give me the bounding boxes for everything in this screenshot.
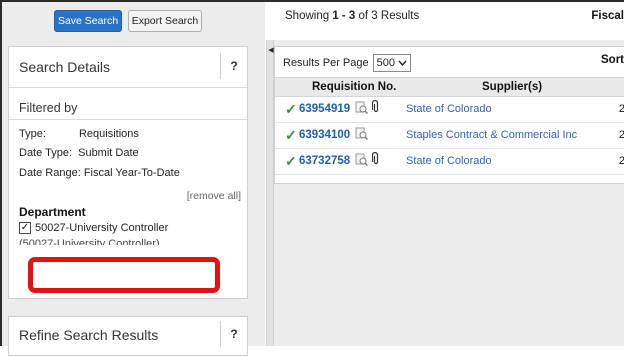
approved-check-icon: ✓: [285, 127, 297, 143]
results-table: Results Per Page 500 Sort Requisition No…: [274, 46, 624, 184]
supplier-link[interactable]: State of Colorado: [406, 155, 492, 167]
refine-results-panel: Refine Search Results ?: [8, 316, 248, 356]
table-row: ✓ 63934100 Staples Contract & Commercial…: [275, 123, 624, 149]
truncated-cell: 2: [618, 129, 624, 141]
department-filter-sublabel: (50027-University Controller): [19, 238, 160, 250]
attachment-icon[interactable]: [372, 152, 380, 166]
checkbox-icon[interactable]: ✓: [19, 222, 31, 234]
filter-type-label: Type:: [19, 128, 46, 140]
department-filter-label: 50027-University Controller: [35, 222, 169, 234]
showing-range: 1 - 3: [332, 10, 356, 22]
results-per-page-value: 500: [376, 57, 395, 69]
preview-document-icon[interactable]: [355, 127, 368, 140]
filter-date-type: Date Type: Submit Date: [19, 147, 139, 159]
attachment-icon[interactable]: [372, 100, 380, 114]
showing-suffix: of 3 Results: [355, 10, 420, 22]
showing-text: Showing 1 - 3 of 3 Results: [285, 10, 419, 22]
chevron-down-icon: [398, 60, 407, 66]
save-search-button[interactable]: Save Search: [54, 10, 122, 32]
divider: [9, 87, 247, 88]
column-supplier-header[interactable]: Supplier(s): [482, 81, 542, 93]
results-per-page: Results Per Page 500: [283, 54, 411, 72]
filtered-by-label: Filtered by: [19, 101, 78, 115]
approved-check-icon: ✓: [285, 153, 297, 169]
divider: [9, 119, 247, 120]
supplier-link[interactable]: Staples Contract & Commercial Inc: [406, 129, 577, 141]
search-details-title: Search Details: [19, 59, 111, 75]
column-requisition-header[interactable]: Requisition No.: [312, 81, 396, 93]
remove-all-link[interactable]: [remove all]: [187, 190, 241, 202]
results-pane: Showing 1 - 3 of 3 Results Fiscal Result…: [274, 2, 624, 346]
showing-prefix: Showing: [285, 10, 333, 22]
pane-collapse-handle[interactable]: ◀: [266, 40, 274, 346]
results-summary: Showing 1 - 3 of 3 Results Fiscal: [274, 2, 624, 40]
requisition-link[interactable]: 63732758: [299, 155, 350, 167]
export-search-button[interactable]: Export Search: [128, 10, 202, 32]
requisition-link[interactable]: 63954919: [299, 103, 350, 115]
requisition-link[interactable]: 63934100: [299, 129, 350, 141]
department-heading: Department: [19, 205, 86, 219]
results-per-page-select[interactable]: 500: [372, 54, 411, 72]
preview-document-icon[interactable]: [355, 101, 368, 114]
refine-help-button[interactable]: ?: [220, 321, 247, 347]
preview-document-icon[interactable]: [355, 153, 368, 166]
supplier-link[interactable]: State of Colorado: [406, 103, 492, 115]
refine-results-title: Refine Search Results: [19, 327, 159, 343]
filter-type-value: Requisitions: [78, 128, 139, 140]
department-filter-checkbox[interactable]: ✓ 50027-University Controller: [19, 222, 168, 234]
table-row: ✓ 63954919 State of Colorado 2: [275, 97, 624, 123]
left-pane: Search Details ? Filtered by Type: Requi…: [2, 2, 265, 356]
filter-type: Type: Requisitions: [19, 128, 139, 140]
filter-date-range: Date Range: Fiscal Year-To-Date: [19, 167, 180, 179]
highlight-box: [28, 257, 220, 293]
truncated-cell: 2: [618, 155, 624, 167]
table-header: Requisition No. Supplier(s): [275, 77, 624, 97]
results-per-page-label: Results Per Page: [283, 57, 369, 69]
approved-check-icon: ✓: [285, 101, 297, 117]
help-button[interactable]: ?: [220, 53, 247, 79]
fiscal-label: Fiscal: [591, 10, 624, 22]
truncated-cell: 2: [618, 103, 624, 115]
table-row: ✓ 63732758 State of Colorado 2: [275, 149, 624, 175]
sort-label[interactable]: Sort: [601, 54, 624, 66]
